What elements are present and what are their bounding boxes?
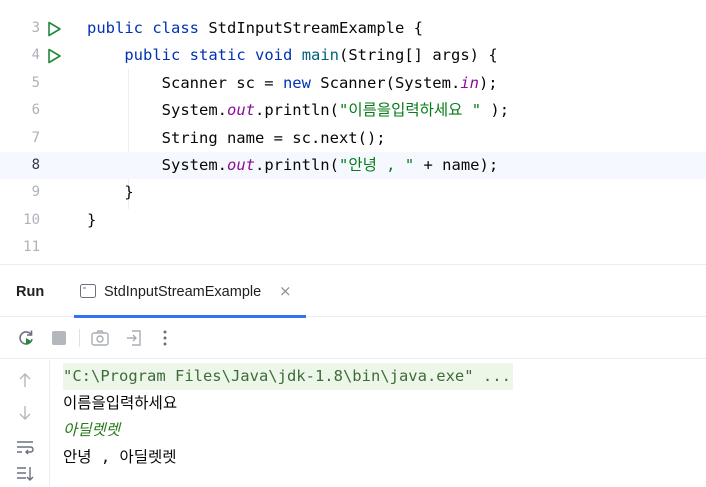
run-gutter-icon[interactable] bbox=[46, 21, 62, 37]
code-token: new bbox=[282, 73, 311, 92]
stop-icon[interactable] bbox=[49, 328, 69, 348]
run-panel-title[interactable]: Run bbox=[16, 284, 44, 300]
code-token: ); bbox=[481, 101, 510, 120]
code-line[interactable]: 7 String name = sc.next(); bbox=[0, 125, 706, 152]
code-token: System. bbox=[87, 101, 227, 120]
console-output-line: 안녕 , 아딜렛렛 bbox=[63, 448, 177, 466]
code-text: public class StdInputStreamExample { bbox=[87, 15, 423, 42]
code-token: in bbox=[460, 73, 479, 92]
tab-label: StdInputStreamExample bbox=[104, 284, 262, 300]
code-token: public bbox=[124, 46, 181, 65]
code-token: + name); bbox=[414, 156, 499, 174]
code-token: .println( bbox=[254, 156, 339, 174]
console-user-input: 아딜렛렛 bbox=[63, 421, 121, 439]
line-number: 4 bbox=[31, 47, 40, 64]
code-line[interactable]: 4 public static void main(String[] args)… bbox=[0, 42, 706, 69]
code-token: out bbox=[226, 156, 255, 174]
code-token: "이름을입력하세요 " bbox=[338, 101, 482, 120]
soft-wrap-icon[interactable] bbox=[15, 437, 35, 457]
arrow-down-icon[interactable] bbox=[15, 403, 35, 423]
code-line[interactable]: 3 public class StdInputStreamExample { bbox=[0, 15, 706, 42]
code-token: public bbox=[87, 19, 143, 37]
code-token: } bbox=[87, 210, 97, 229]
code-text: public static void main(String[] args) { bbox=[87, 42, 498, 69]
code-line[interactable]: 6 System.out.println("이름을입력하세요 " ); bbox=[0, 97, 706, 124]
line-number: 8 bbox=[31, 157, 40, 173]
console-output[interactable]: "C:\Program Files\Java\jdk-1.8\bin\java.… bbox=[50, 360, 706, 487]
console-side-toolbar bbox=[0, 360, 50, 487]
arrow-up-icon[interactable] bbox=[15, 370, 35, 390]
toolbar-separator bbox=[79, 329, 80, 347]
line-number: 5 bbox=[31, 74, 40, 91]
screenshot-icon[interactable] bbox=[90, 328, 110, 348]
line-number: 3 bbox=[31, 20, 40, 36]
code-text: System.out.println("이름을입력하세요 " ); bbox=[87, 97, 509, 124]
scroll-to-end-icon[interactable] bbox=[15, 464, 35, 484]
code-line[interactable]: 9 } bbox=[0, 179, 706, 206]
code-text: } bbox=[87, 179, 134, 206]
code-token: Scanner sc = bbox=[87, 73, 283, 92]
line-number: 11 bbox=[23, 239, 40, 256]
code-token: main bbox=[301, 46, 340, 65]
code-token: } bbox=[87, 183, 134, 202]
code-token: class bbox=[152, 19, 200, 37]
code-token: void bbox=[255, 46, 293, 65]
line-number: 9 bbox=[31, 184, 40, 201]
code-token: ); bbox=[478, 73, 498, 92]
run-header: Run StdInputStreamExample × bbox=[0, 265, 706, 318]
console-output-line: 이름을입력하세요 bbox=[63, 394, 178, 412]
more-vertical-icon[interactable] bbox=[155, 328, 175, 348]
run-gutter-icon[interactable] bbox=[46, 48, 62, 64]
code-line[interactable]: 10} bbox=[0, 207, 706, 234]
code-token: "안녕 , " bbox=[338, 156, 415, 174]
code-line[interactable]: 5 Scanner sc = new Scanner(System.in); bbox=[0, 70, 706, 97]
code-text: String name = sc.next(); bbox=[87, 125, 386, 152]
code-text: System.out.println("안녕 , " + name); bbox=[87, 152, 499, 179]
code-token: String name = sc.next(); bbox=[87, 128, 386, 147]
code-line[interactable]: 11 bbox=[0, 234, 706, 261]
tab-std-input-stream-example[interactable]: StdInputStreamExample × bbox=[74, 265, 306, 318]
code-token: Scanner(System. bbox=[310, 73, 461, 92]
line-number: 6 bbox=[31, 102, 40, 119]
console-tab-icon bbox=[80, 284, 96, 298]
code-editor[interactable]: 3 public class StdInputStreamExample {4 p… bbox=[0, 0, 706, 264]
line-number: 10 bbox=[23, 211, 40, 228]
line-number: 7 bbox=[31, 129, 40, 146]
code-token: StdInputStreamExample { bbox=[199, 19, 423, 37]
code-token: out bbox=[226, 101, 255, 120]
code-token: static bbox=[189, 46, 246, 65]
code-token: .println( bbox=[254, 101, 339, 120]
code-token: (String[] args) { bbox=[339, 46, 498, 65]
console-command-line: "C:\Program Files\Java\jdk-1.8\bin\java.… bbox=[63, 363, 513, 390]
exit-icon[interactable] bbox=[124, 328, 144, 348]
run-toolbar bbox=[0, 317, 706, 359]
rerun-icon[interactable] bbox=[16, 328, 36, 348]
code-token: System. bbox=[87, 156, 227, 174]
run-tool-window: Run StdInputStreamExample × "C:\Program … bbox=[0, 264, 706, 487]
close-icon[interactable]: × bbox=[279, 282, 292, 300]
code-text: } bbox=[87, 207, 96, 234]
code-line[interactable]: 8 System.out.println("안녕 , " + name); bbox=[0, 152, 706, 180]
code-text: Scanner sc = new Scanner(System.in); bbox=[87, 70, 498, 97]
